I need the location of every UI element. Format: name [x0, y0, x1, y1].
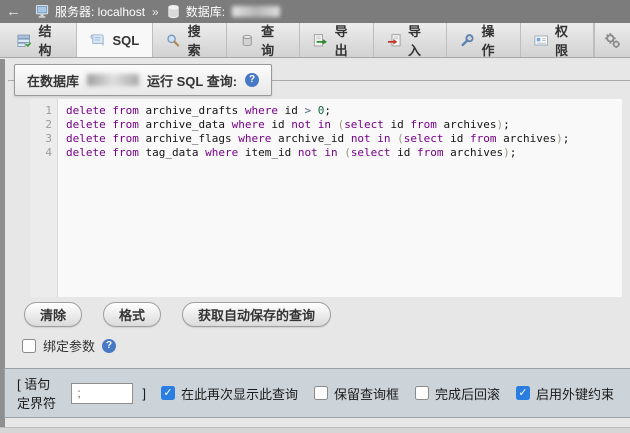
get-auto-saved-query-button[interactable]: 获取自动保存的查询 [182, 302, 331, 327]
sql-icon [90, 33, 105, 48]
phpmyadmin-sql-page: ← 服务器: localhost » 数据库: 结构 SQL 搜索 查询 [0, 0, 630, 433]
bind-parameters-row: 绑定参数 ? [22, 336, 116, 355]
option-label: 完成后回滚 [435, 384, 500, 403]
bind-parameters-label: 绑定参数 [43, 336, 95, 355]
breadcrumb-database[interactable]: 数据库: [186, 3, 225, 20]
code-line: delete from archive_data where id not in… [66, 118, 622, 132]
server-icon [35, 4, 50, 19]
help-icon[interactable]: ? [245, 73, 259, 87]
tab-operations[interactable]: 操作 [447, 23, 520, 57]
bind-parameters-checkbox[interactable] [22, 339, 36, 353]
tab-bar: 结构 SQL 搜索 查询 导出 导入 操作 权限 [0, 23, 630, 58]
option-label: 保留查询框 [334, 384, 399, 403]
legend-suffix: 运行 SQL 查询: [147, 71, 237, 90]
tab-routines[interactable] [594, 23, 630, 57]
option-enable-foreign-key-checks[interactable]: ✓ 启用外键约束 [516, 384, 614, 403]
show-query-again-checkbox[interactable]: ✓ [161, 386, 175, 400]
format-button[interactable]: 格式 [103, 302, 161, 327]
search-icon [166, 33, 180, 48]
database-name-redacted [232, 6, 280, 17]
privileges-card-icon [534, 33, 548, 48]
tab-search[interactable]: 搜索 [153, 23, 226, 57]
sql-editor[interactable]: 1234 delete from archive_drafts where id… [30, 99, 622, 297]
editor-actions: 清除 格式 获取自动保存的查询 [24, 302, 331, 327]
tab-structure[interactable]: 结构 [4, 23, 77, 57]
option-retain-query-box[interactable]: 保留查询框 [314, 384, 399, 403]
structure-icon [17, 33, 31, 48]
tab-privileges[interactable]: 权限 [521, 23, 594, 57]
tab-query[interactable]: 查询 [227, 23, 300, 57]
tab-label: 导出 [335, 21, 360, 59]
option-rollback-when-finished[interactable]: 完成后回滚 [415, 384, 500, 403]
query-panel-legend: 在数据库 运行 SQL 查询: ? [14, 64, 272, 96]
import-icon [387, 33, 401, 48]
tab-label: 操作 [482, 21, 507, 59]
tab-label: SQL [112, 33, 139, 48]
database-icon [166, 4, 181, 19]
help-icon[interactable]: ? [102, 339, 116, 353]
sql-code: delete from archive_drafts where id > 0;… [58, 99, 622, 297]
tab-label: 导入 [408, 21, 433, 59]
breadcrumb-server[interactable]: 服务器: localhost [55, 3, 145, 20]
clear-button[interactable]: 清除 [24, 302, 82, 327]
option-label: 在此再次显示此查询 [181, 384, 298, 403]
query-options-footer: [ 语句定界符 ] ✓ 在此再次显示此查询 保留查询框 完成后回滚 ✓ 启用外键… [4, 368, 630, 418]
code-line: delete from archive_drafts where id > 0; [66, 104, 622, 118]
delimiter-close-bracket: ] [142, 386, 146, 401]
database-name-redacted [87, 74, 139, 86]
tab-export[interactable]: 导出 [300, 23, 373, 57]
tab-sql[interactable]: SQL [77, 23, 153, 57]
line-number-gutter: 1234 [30, 99, 58, 297]
collapse-nav-arrow-icon[interactable]: ← [6, 4, 21, 19]
query-database-icon [240, 33, 254, 48]
rollback-checkbox[interactable] [415, 386, 429, 400]
legend-prefix: 在数据库 [27, 71, 79, 90]
code-line: delete from archive_flags where archive_… [66, 132, 622, 146]
export-icon [313, 33, 327, 48]
next-section-edge [0, 427, 630, 433]
retain-query-box-checkbox[interactable] [314, 386, 328, 400]
code-line: delete from tag_data where item_id not i… [66, 146, 622, 160]
delimiter-input[interactable] [71, 383, 133, 404]
foreign-key-checks-checkbox[interactable]: ✓ [516, 386, 530, 400]
tab-label: 搜索 [188, 21, 213, 59]
breadcrumb-bar: ← 服务器: localhost » 数据库: [0, 0, 630, 23]
tab-label: 查询 [261, 21, 286, 59]
gears-icon [604, 32, 621, 49]
breadcrumb-separator: » [152, 5, 159, 19]
delimiter-label: [ 语句定界符 [17, 374, 61, 412]
tab-import[interactable]: 导入 [374, 23, 447, 57]
option-show-query-again[interactable]: ✓ 在此再次显示此查询 [161, 384, 298, 403]
tab-label: 权限 [555, 21, 580, 59]
wrench-icon [460, 33, 474, 48]
tab-label: 结构 [38, 21, 63, 59]
option-label: 启用外键约束 [536, 384, 614, 403]
